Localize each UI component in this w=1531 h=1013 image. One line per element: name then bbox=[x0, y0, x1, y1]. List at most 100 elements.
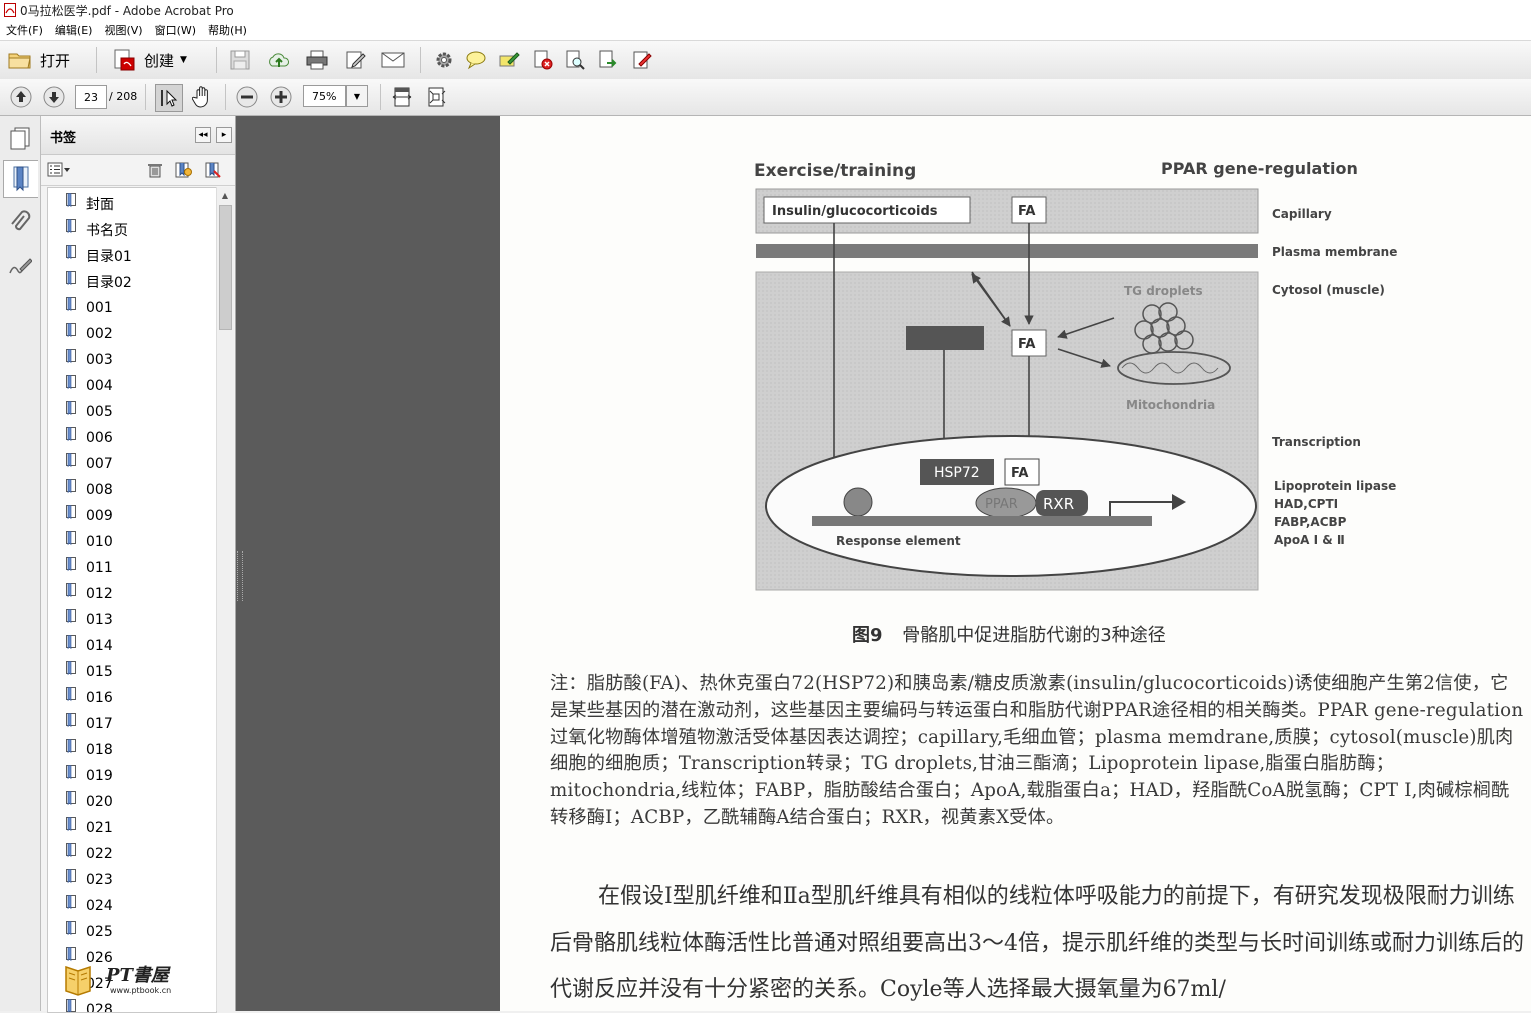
bookmark-label: 目录02 bbox=[86, 272, 132, 292]
figure-caption-text: 骨骼肌中促进脂肪代谢的3种途径 bbox=[902, 625, 1165, 646]
bookmark-label: 封面 bbox=[86, 194, 114, 214]
bookmark-options-button[interactable] bbox=[46, 161, 72, 179]
edit-button[interactable] bbox=[343, 49, 369, 71]
highlighter-icon bbox=[498, 50, 520, 70]
printer-icon bbox=[305, 50, 329, 70]
save-button[interactable] bbox=[228, 49, 252, 71]
fig-title-left: Exercise/training bbox=[754, 161, 916, 181]
toolbar-separator bbox=[380, 84, 381, 110]
menu-edit[interactable]: 编辑(E) bbox=[49, 22, 99, 38]
menu-help[interactable]: 帮助(H) bbox=[202, 22, 253, 38]
bookmark-label: 书名页 bbox=[86, 220, 128, 240]
bookmark-label: 014 bbox=[86, 638, 113, 654]
bookmark-item[interactable]: 011 bbox=[66, 555, 113, 581]
settings-button[interactable] bbox=[432, 49, 456, 71]
bookmark-item[interactable]: 024 bbox=[66, 893, 113, 919]
fa-label-nucleus: FA bbox=[1011, 466, 1028, 481]
bookmark-item[interactable]: 010 bbox=[66, 529, 113, 555]
bookmark-item[interactable]: 022 bbox=[66, 841, 113, 867]
bookmarks-panel-button[interactable] bbox=[3, 160, 38, 198]
bookmark-item[interactable]: 005 bbox=[66, 399, 113, 425]
bookmark-icon bbox=[66, 921, 76, 936]
bookmark-item[interactable]: 016 bbox=[66, 685, 113, 711]
bookmark-item[interactable]: 023 bbox=[66, 867, 113, 893]
bookmark-item[interactable]: 004 bbox=[66, 373, 113, 399]
bookmark-item[interactable]: 书名页 bbox=[66, 217, 128, 243]
folder-icon bbox=[8, 50, 32, 70]
scrollbar-thumb[interactable] bbox=[219, 205, 232, 330]
zoom-level-field[interactable]: 75% bbox=[303, 85, 346, 107]
zoom-dropdown-button[interactable]: ▼ bbox=[346, 85, 368, 107]
options-list-icon bbox=[47, 162, 71, 178]
bookmark-item[interactable]: 019 bbox=[66, 763, 113, 789]
open-button[interactable]: 打开 bbox=[8, 48, 70, 72]
bookmark-item[interactable]: 012 bbox=[66, 581, 113, 607]
panel-resize-handle[interactable] bbox=[237, 551, 243, 601]
bookmark-label: 018 bbox=[86, 742, 113, 758]
highlight-button[interactable] bbox=[497, 49, 521, 71]
page-thumbnails-button[interactable] bbox=[6, 124, 34, 152]
upload-cloud-button[interactable] bbox=[266, 49, 292, 71]
bookmark-icon bbox=[66, 505, 76, 520]
next-page-button[interactable] bbox=[42, 85, 66, 109]
bookmark-item[interactable]: 021 bbox=[66, 815, 113, 841]
search-doc-button[interactable] bbox=[563, 49, 587, 71]
previous-page-button[interactable] bbox=[9, 85, 33, 109]
second-messenger-box bbox=[906, 326, 984, 350]
bookmark-item[interactable]: 封面 bbox=[66, 191, 114, 217]
menu-view[interactable]: 视图(V) bbox=[98, 22, 148, 38]
bookmark-item[interactable]: 018 bbox=[66, 737, 113, 763]
gear-icon bbox=[434, 50, 454, 70]
page-number-input[interactable] bbox=[75, 85, 107, 109]
signatures-button[interactable] bbox=[6, 252, 34, 280]
comment-button[interactable] bbox=[464, 49, 488, 71]
bookmark-item[interactable]: 007 bbox=[66, 451, 113, 477]
bookmark-item[interactable]: 001 bbox=[66, 295, 113, 321]
remove-button[interactable] bbox=[531, 49, 555, 71]
bookmark-item[interactable]: 017 bbox=[66, 711, 113, 737]
bookmark-item[interactable]: 015 bbox=[66, 659, 113, 685]
bookmark-item[interactable]: 006 bbox=[66, 425, 113, 451]
bookmark-icon bbox=[66, 817, 76, 832]
bookmarks-list: 封面书名页目录01 目录02 001002003004005006007008009… bbox=[47, 187, 217, 1013]
bookmark-item[interactable]: 003 bbox=[66, 347, 113, 373]
arrow-up-icon bbox=[10, 86, 32, 108]
collapse-panel-button[interactable]: ◂◂ bbox=[195, 127, 211, 143]
print-button[interactable] bbox=[304, 49, 330, 71]
scroll-up-icon[interactable]: ▲ bbox=[218, 189, 232, 203]
bookmark-item[interactable]: 020 bbox=[66, 789, 113, 815]
new-bookmark-button[interactable] bbox=[173, 161, 193, 179]
menu-window[interactable]: 窗口(W) bbox=[149, 22, 202, 38]
bookmark-item[interactable]: 002 bbox=[66, 321, 113, 347]
bookmark-item[interactable]: 008 bbox=[66, 477, 113, 503]
menu-file[interactable]: 文件(F) bbox=[0, 22, 49, 38]
bookmark-item[interactable]: 目录01 bbox=[66, 243, 132, 269]
attachments-button[interactable] bbox=[6, 208, 34, 236]
bookmark-icon bbox=[66, 453, 76, 468]
export-button[interactable] bbox=[596, 49, 620, 71]
select-tool-button[interactable] bbox=[155, 84, 183, 112]
bookmark-icon bbox=[66, 349, 76, 364]
sign-button[interactable] bbox=[630, 49, 654, 71]
bookmark-item[interactable]: 目录02 bbox=[66, 269, 132, 295]
bookmark-properties-button[interactable] bbox=[203, 161, 223, 179]
expand-panel-button[interactable]: ▸ bbox=[216, 127, 232, 143]
plasma-membrane-bar bbox=[756, 244, 1258, 258]
bookmark-item[interactable]: 014 bbox=[66, 633, 113, 659]
bookmark-icon bbox=[66, 661, 76, 676]
create-button[interactable]: 创建 ▼ bbox=[112, 48, 187, 72]
bookmark-icon bbox=[66, 843, 76, 858]
fit-width-button[interactable] bbox=[390, 85, 414, 109]
bookmark-item[interactable]: 025 bbox=[66, 919, 113, 945]
email-button[interactable] bbox=[380, 49, 406, 71]
zoom-in-button[interactable] bbox=[269, 85, 293, 109]
bookmark-icon bbox=[66, 687, 76, 702]
hand-tool-button[interactable] bbox=[189, 84, 215, 110]
delete-bookmark-button[interactable] bbox=[145, 161, 165, 179]
zoom-out-button[interactable] bbox=[235, 85, 259, 109]
bookmark-item[interactable]: 009 bbox=[66, 503, 113, 529]
bookmark-item[interactable]: 013 bbox=[66, 607, 113, 633]
bookmarks-scrollbar[interactable]: ▲ bbox=[216, 187, 234, 1011]
menu-bar: 文件(F) 编辑(E) 视图(V) 窗口(W) 帮助(H) bbox=[0, 20, 1531, 41]
fit-page-button[interactable] bbox=[424, 85, 448, 109]
